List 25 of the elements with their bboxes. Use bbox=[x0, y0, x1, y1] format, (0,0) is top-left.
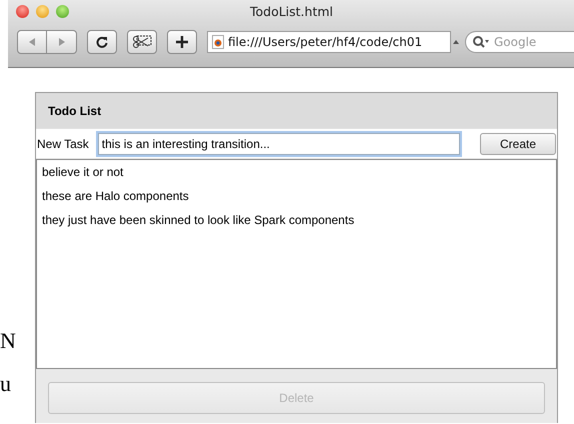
reload-icon bbox=[95, 35, 109, 49]
search-field[interactable]: Google bbox=[465, 31, 574, 53]
snippet-button[interactable] bbox=[127, 30, 157, 54]
page-text: N bbox=[0, 328, 16, 354]
page-icon bbox=[212, 35, 224, 49]
zoom-icon[interactable] bbox=[56, 4, 69, 18]
field-label: New Task bbox=[37, 136, 90, 150]
window-title: TodoList.html bbox=[248, 4, 334, 18]
task-input[interactable]: this is an interesting transition... bbox=[98, 132, 460, 154]
reload-button[interactable] bbox=[87, 30, 117, 54]
caret-icon[interactable] bbox=[453, 39, 459, 45]
search-icon bbox=[472, 35, 490, 49]
address-field[interactable]: file:///Users/peter/hf4/code/ch01 bbox=[207, 31, 451, 53]
list-item[interactable]: they just have been skinned to look like Spark components bbox=[37, 208, 556, 232]
add-bookmark-button[interactable] bbox=[167, 30, 197, 54]
create-button[interactable]: Create bbox=[480, 132, 556, 154]
back-button[interactable] bbox=[17, 30, 47, 54]
list-item[interactable]: believe it or not bbox=[37, 160, 556, 184]
panel-title: Todo List bbox=[48, 104, 102, 118]
close-icon[interactable] bbox=[16, 4, 29, 18]
scissors-icon bbox=[132, 35, 152, 49]
plus-icon bbox=[175, 35, 189, 49]
forward-button[interactable] bbox=[47, 30, 77, 54]
list-item[interactable]: these are Halo components bbox=[37, 184, 556, 208]
page-text: u bbox=[0, 371, 11, 397]
